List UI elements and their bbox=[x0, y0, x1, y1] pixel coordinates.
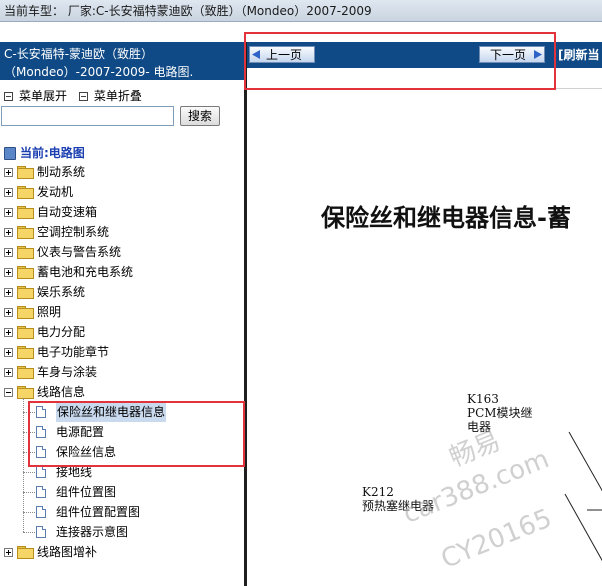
expand-toggle-icon[interactable] bbox=[4, 348, 13, 357]
tree-node-label: 蓄电池和充电系统 bbox=[37, 265, 134, 279]
current-location-label: 当前:电路图 bbox=[20, 146, 85, 160]
folder-icon bbox=[17, 206, 34, 219]
expand-toggle-icon[interactable] bbox=[4, 308, 13, 317]
tree-node-label: 线路信息 bbox=[37, 385, 86, 399]
folder-icon bbox=[17, 266, 34, 279]
document-icon bbox=[36, 446, 46, 458]
expand-icon bbox=[4, 91, 13, 101]
tree-leaf-label: 保险丝和继电器信息 bbox=[56, 402, 167, 422]
top-spacer bbox=[0, 22, 602, 42]
tree-leaf-label: 保险丝信息 bbox=[56, 445, 117, 459]
tree-leaf-label: 电源配置 bbox=[56, 425, 105, 439]
folder-icon bbox=[17, 306, 34, 319]
expand-toggle-icon[interactable] bbox=[4, 268, 13, 277]
diagram-line bbox=[568, 431, 602, 492]
document-title: 保险丝和继电器信息-蓄 bbox=[321, 204, 571, 232]
folder-icon bbox=[17, 246, 34, 259]
document-pane: 上一页 下一页 [刷新当 保险丝和继电器信息-蓄 K163 PCM模块继 电器 … bbox=[247, 42, 602, 586]
folder-icon bbox=[17, 226, 34, 239]
tree-node-label: 车身与涂装 bbox=[37, 365, 98, 379]
tree-node-label: 照明 bbox=[37, 305, 62, 319]
tree-node-label: 制动系统 bbox=[37, 165, 86, 179]
tree-node-label: 电力分配 bbox=[37, 325, 86, 339]
collapse-icon bbox=[78, 91, 88, 101]
document-icon bbox=[36, 486, 46, 498]
menu-collapse-link[interactable]: 菜单折叠 bbox=[94, 89, 142, 103]
expand-toggle-icon[interactable] bbox=[4, 288, 13, 297]
folder-icon bbox=[17, 186, 34, 199]
search-button[interactable]: 搜索 bbox=[180, 106, 220, 126]
document-icon bbox=[36, 526, 46, 538]
tree-leaf-label: 组件位置配置图 bbox=[56, 505, 141, 519]
current-vehicle-text: 当前车型： 厂家:C-长安福特蒙迪欧（致胜）（Mondeo）2007-2009 bbox=[4, 4, 372, 18]
expand-toggle-icon[interactable] bbox=[4, 548, 13, 557]
tree-leaf-label: 组件位置图 bbox=[56, 485, 117, 499]
search-input[interactable] bbox=[1, 106, 174, 126]
document-icon bbox=[36, 406, 46, 418]
folder-icon bbox=[17, 166, 34, 179]
top-title-bar: 当前车型： 厂家:C-长安福特蒙迪欧（致胜）（Mondeo）2007-2009 bbox=[0, 0, 602, 22]
tree-node-label: 自动变速箱 bbox=[37, 205, 98, 219]
computer-icon bbox=[4, 147, 16, 160]
folder-icon bbox=[17, 366, 34, 379]
tree-node-label: 娱乐系统 bbox=[37, 285, 86, 299]
folder-icon bbox=[17, 386, 34, 399]
expand-toggle-icon[interactable] bbox=[4, 208, 13, 217]
tree-node-label: 仪表与警告系统 bbox=[37, 245, 122, 259]
k163-desc-1: PCM模块继 bbox=[467, 406, 533, 420]
expand-toggle-icon[interactable] bbox=[4, 168, 13, 177]
tree-node-label: 线路图增补 bbox=[37, 545, 98, 559]
folder-icon bbox=[17, 326, 34, 339]
tree-leaf-label: 连接器示意图 bbox=[56, 525, 129, 539]
folder-icon bbox=[17, 286, 34, 299]
menu-expand-link[interactable]: 菜单展开 bbox=[19, 89, 67, 103]
tree-leaf-label: 接地线 bbox=[56, 465, 93, 479]
document-icon bbox=[36, 506, 46, 518]
document-icon bbox=[36, 466, 46, 478]
vehicle-header-line1: C-长安福特-蒙迪欧（致胜） bbox=[4, 47, 154, 61]
tree-node-label: 空调控制系统 bbox=[37, 225, 110, 239]
expand-toggle-icon[interactable] bbox=[4, 188, 13, 197]
collapse-toggle-icon[interactable] bbox=[4, 388, 13, 397]
vehicle-header: C-长安福特-蒙迪欧（致胜） （Mondeo）-2007-2009- 电路图. bbox=[0, 42, 244, 80]
expand-toggle-icon[interactable] bbox=[4, 248, 13, 257]
document-icon bbox=[36, 426, 46, 438]
tree-guide-line bbox=[23, 398, 24, 532]
tree-node-label: 发动机 bbox=[37, 185, 74, 199]
folder-icon bbox=[17, 346, 34, 359]
menu-toggle-row: 菜单展开 菜单折叠 bbox=[0, 87, 244, 105]
expand-toggle-icon[interactable] bbox=[4, 228, 13, 237]
expand-toggle-icon[interactable] bbox=[4, 368, 13, 377]
current-location: 当前:电路图 bbox=[0, 144, 85, 162]
tree-node-label: 电子功能章节 bbox=[37, 345, 110, 359]
folder-icon bbox=[17, 546, 34, 559]
left-navigation-pane: C-长安福特-蒙迪欧（致胜） （Mondeo）-2007-2009- 电路图. … bbox=[0, 42, 244, 586]
expand-toggle-icon[interactable] bbox=[4, 328, 13, 337]
vehicle-header-line2: （Mondeo）-2007-2009- 电路图. bbox=[4, 65, 194, 79]
diagram-line bbox=[564, 493, 602, 562]
k163-code: K163 bbox=[467, 392, 499, 406]
